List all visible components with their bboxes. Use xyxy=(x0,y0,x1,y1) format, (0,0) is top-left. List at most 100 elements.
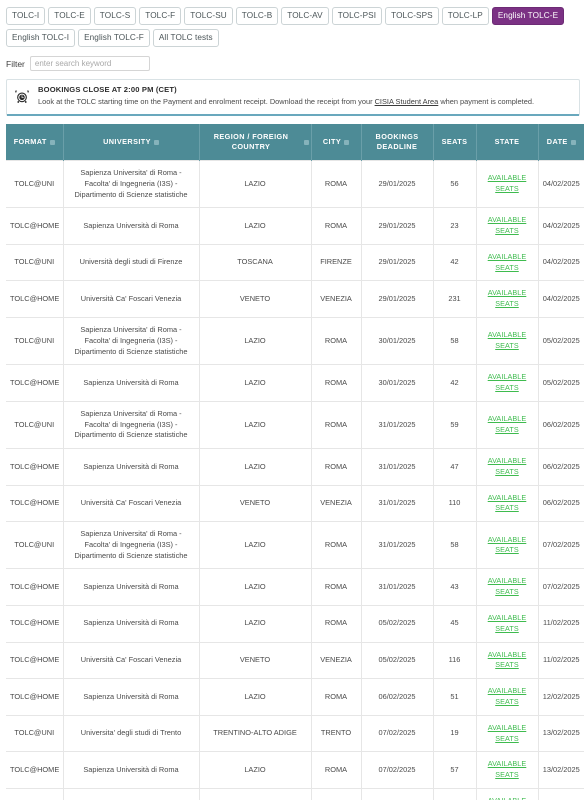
available-seats-link[interactable]: AVAILABLE SEATS xyxy=(481,372,534,394)
cell-region: LAZIO xyxy=(199,568,312,607)
available-seats-link[interactable]: AVAILABLE SEATS xyxy=(481,252,534,274)
available-seats-link[interactable]: AVAILABLE SEATS xyxy=(481,650,534,672)
notice-body: BOOKINGS CLOSE AT 2:00 PM (CET) Look at … xyxy=(38,85,572,107)
cell-date: 04/02/2025 xyxy=(538,207,584,245)
available-seats-link[interactable]: AVAILABLE SEATS xyxy=(481,288,534,310)
cell-city: ROMA xyxy=(311,521,362,570)
cell-city: VENEZIA xyxy=(311,280,362,319)
tab-english-tolc-i[interactable]: English TOLC-I xyxy=(6,29,76,48)
available-seats-link[interactable]: AVAILABLE SEATS xyxy=(481,535,534,557)
cell-university: Università Ca' Foscari Venezia xyxy=(63,280,200,319)
cell-seats: 42 xyxy=(433,364,477,402)
column-header-region-foreign-country[interactable]: REGION / FOREIGN COUNTRY xyxy=(199,124,312,161)
available-seats-link[interactable]: AVAILABLE SEATS xyxy=(481,173,534,195)
column-header-university[interactable]: UNIVERSITY xyxy=(63,124,200,161)
sort-icon[interactable] xyxy=(303,139,309,145)
cell-city: ROMA xyxy=(311,160,362,209)
available-seats-link[interactable]: AVAILABLE SEATS xyxy=(481,759,534,781)
column-header-date[interactable]: DATE xyxy=(538,124,584,161)
cell-region: LAZIO xyxy=(199,317,312,366)
tab-tolc-f[interactable]: TOLC-F xyxy=(139,7,182,26)
cell-format: TOLC@HOME xyxy=(6,788,64,800)
cell-date: 12/02/2025 xyxy=(538,678,584,716)
tab-tolc-i[interactable]: TOLC-I xyxy=(6,7,46,26)
table-row: TOLC@UNI Sapienza Universita' di Roma - F… xyxy=(6,401,584,450)
cell-seats: 234 xyxy=(433,788,477,800)
cell-city: TRENTO xyxy=(311,715,362,753)
tab-english-tolc-e[interactable]: English TOLC-E xyxy=(491,7,565,26)
tab-tolc-psi[interactable]: TOLC-PSI xyxy=(331,7,383,26)
tab-tolc-sps[interactable]: TOLC-SPS xyxy=(385,7,439,26)
column-header-label: DATE xyxy=(546,137,568,147)
cell-format: TOLC@HOME xyxy=(6,364,64,402)
column-header-city[interactable]: CITY xyxy=(311,124,362,161)
available-seats-link[interactable]: AVAILABLE SEATS xyxy=(481,414,534,436)
column-header-state[interactable]: STATE xyxy=(476,124,539,161)
cell-bookings-deadline: 07/02/2025 xyxy=(361,751,434,790)
available-seats-link[interactable]: AVAILABLE SEATS xyxy=(481,215,534,237)
cell-seats: 59 xyxy=(433,401,477,450)
available-seats-link[interactable]: AVAILABLE SEATS xyxy=(481,723,534,745)
cell-seats: 58 xyxy=(433,317,477,366)
cell-format: TOLC@UNI xyxy=(6,160,64,209)
cell-state: AVAILABLE SEATS xyxy=(476,605,539,643)
cell-university: Sapienza Universita' di Roma - Facolta' … xyxy=(63,521,200,570)
cell-region: LAZIO xyxy=(199,751,312,790)
cell-region: VENETO xyxy=(199,280,312,319)
cell-university: Sapienza Università di Roma xyxy=(63,678,200,716)
cell-date: 06/02/2025 xyxy=(538,401,584,450)
table-row: TOLC@HOME Sapienza Università di Roma LAZI… xyxy=(6,207,584,245)
column-header-seats[interactable]: SEATS xyxy=(433,124,477,161)
cell-university: Sapienza Università di Roma xyxy=(63,751,200,790)
available-seats-link[interactable]: AVAILABLE SEATS xyxy=(481,576,534,598)
cell-city: FIRENZE xyxy=(311,244,362,282)
bookings-notice: BOOKINGS CLOSE AT 2:00 PM (CET) Look at … xyxy=(6,79,580,117)
cell-city: ROMA xyxy=(311,317,362,366)
cell-state: AVAILABLE SEATS xyxy=(476,642,539,680)
tab-tolc-av[interactable]: TOLC-AV xyxy=(281,7,329,26)
cell-university: Sapienza Universita' di Roma - Facolta' … xyxy=(63,160,200,209)
cell-region: LAZIO xyxy=(199,678,312,716)
cell-city: ROMA xyxy=(311,401,362,450)
sort-icon[interactable] xyxy=(344,139,350,145)
tab-all-tolc-tests[interactable]: All TOLC tests xyxy=(152,29,219,48)
available-seats-link[interactable]: AVAILABLE SEATS xyxy=(481,493,534,515)
tab-tolc-s[interactable]: TOLC-S xyxy=(93,7,137,26)
cell-state: AVAILABLE SEATS xyxy=(476,401,539,450)
tab-tolc-su[interactable]: TOLC-SU xyxy=(184,7,233,26)
search-input[interactable] xyxy=(29,56,150,72)
cell-format: TOLC@HOME xyxy=(6,678,64,716)
cell-bookings-deadline: 30/01/2025 xyxy=(361,364,434,402)
tab-tolc-b[interactable]: TOLC-B xyxy=(235,7,279,26)
column-header-bookings-deadline[interactable]: BOOKINGS DEADLINE xyxy=(361,124,434,161)
table-row: TOLC@HOMEUniversità Ca' Foscari VeneziaV… xyxy=(6,280,584,319)
table-body: TOLC@UNI Sapienza Universita' di Roma - F… xyxy=(6,160,584,800)
cell-university: Università Ca' Foscari Venezia xyxy=(63,788,200,800)
tab-tolc-lp[interactable]: TOLC-LP xyxy=(441,7,489,26)
cell-state: AVAILABLE SEATS xyxy=(476,715,539,753)
sort-icon[interactable] xyxy=(570,139,576,145)
tab-tolc-e[interactable]: TOLC-E xyxy=(48,7,91,26)
column-header-label: FORMAT xyxy=(13,137,47,147)
cisia-student-area-link[interactable]: CISIA Student Area xyxy=(375,97,439,106)
tab-english-tolc-f[interactable]: English TOLC-F xyxy=(78,29,150,48)
cell-university: Università Ca' Foscari Venezia xyxy=(63,485,200,523)
filter-row: Filter xyxy=(6,56,582,72)
cell-date: 04/02/2025 xyxy=(538,244,584,282)
cell-city: VENEZIA xyxy=(311,642,362,680)
column-header-label: BOOKINGS DEADLINE xyxy=(375,132,419,152)
available-seats-link[interactable]: AVAILABLE SEATS xyxy=(481,456,534,478)
cell-format: TOLC@UNI xyxy=(6,401,64,450)
cell-bookings-deadline: 05/02/2025 xyxy=(361,605,434,643)
sort-icon[interactable] xyxy=(153,139,159,145)
available-seats-link[interactable]: AVAILABLE SEATS xyxy=(481,686,534,708)
column-header-label: SEATS xyxy=(441,137,468,147)
notice-text: Look at the TOLC starting time on the Pa… xyxy=(38,97,572,107)
cell-state: AVAILABLE SEATS xyxy=(476,521,539,570)
sort-icon[interactable] xyxy=(49,139,55,145)
available-seats-link[interactable]: AVAILABLE SEATS xyxy=(481,613,534,635)
available-seats-link[interactable]: AVAILABLE SEATS xyxy=(481,330,534,352)
column-header-format[interactable]: FORMAT xyxy=(6,124,64,161)
table-row: TOLC@HOME Sapienza Università di Roma LAZI… xyxy=(6,364,584,402)
available-seats-link[interactable]: AVAILABLE SEATS xyxy=(481,796,534,800)
